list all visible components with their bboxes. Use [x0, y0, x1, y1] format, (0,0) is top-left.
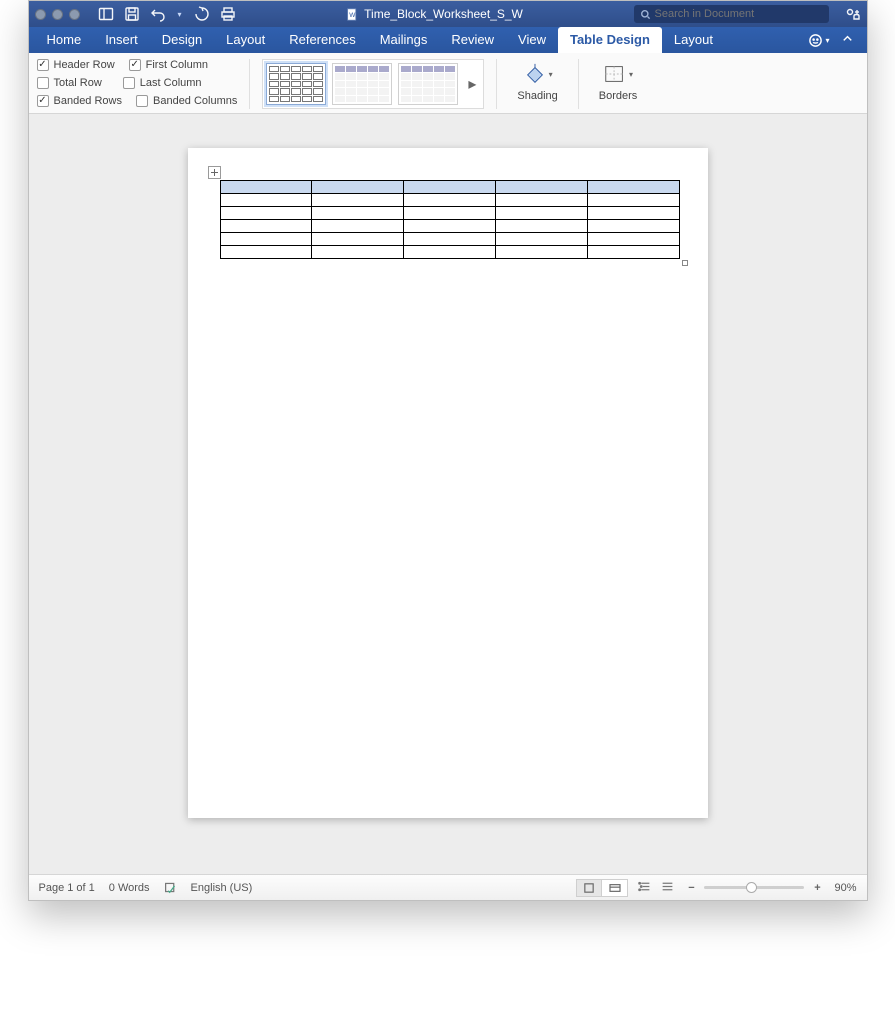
tab-mailings[interactable]: Mailings: [368, 27, 440, 53]
close-window-button[interactable]: [35, 9, 46, 20]
minimize-window-button[interactable]: [52, 9, 63, 20]
table-resize-handle-icon[interactable]: [682, 260, 688, 266]
title-bar: ▾ W Time_Block_Worksheet_S_W: [29, 1, 867, 27]
save-icon[interactable]: [124, 6, 140, 22]
table-move-handle-icon[interactable]: [208, 166, 221, 179]
search-box[interactable]: [634, 5, 829, 23]
window-controls: [35, 9, 80, 20]
search-icon: [640, 9, 651, 20]
tab-home[interactable]: Home: [35, 27, 94, 53]
print-icon[interactable]: [220, 6, 236, 22]
status-words[interactable]: 0 Words: [109, 882, 150, 894]
shading-button[interactable]: ▾ Shading: [509, 59, 565, 109]
table-row[interactable]: [220, 220, 679, 233]
document-table[interactable]: [220, 180, 680, 259]
label-total-row: Total Row: [54, 77, 102, 89]
ribbon-tabs: Home Insert Design Layout References Mai…: [29, 27, 867, 53]
checkbox-banded-columns[interactable]: Banded Columns: [136, 95, 237, 107]
tab-table-design[interactable]: Table Design: [558, 27, 662, 53]
tab-insert[interactable]: Insert: [93, 27, 150, 53]
table-row[interactable]: [220, 233, 679, 246]
status-bar: Page 1 of 1 0 Words English (US) − + 90%: [29, 874, 867, 900]
shading-icon: ▾: [523, 61, 553, 87]
borders-button[interactable]: ▾ Borders: [591, 59, 646, 109]
ribbon-panel: Header Row First Column Total Row Last C…: [29, 53, 867, 114]
table-row[interactable]: [220, 246, 679, 259]
shading-label: Shading: [517, 90, 557, 102]
checkbox-header-row[interactable]: Header Row: [37, 59, 115, 71]
page[interactable]: [188, 148, 708, 818]
table-style-options: Header Row First Column Total Row Last C…: [37, 59, 238, 109]
document-area[interactable]: [29, 114, 867, 874]
tab-review[interactable]: Review: [439, 27, 506, 53]
table-row[interactable]: [220, 207, 679, 220]
label-banded-rows: Banded Rows: [54, 95, 123, 107]
zoom-slider[interactable]: [704, 886, 804, 889]
maximize-window-button[interactable]: [69, 9, 80, 20]
checkbox-last-column[interactable]: Last Column: [123, 77, 202, 89]
table-styles-gallery: ▸: [262, 59, 484, 109]
label-header-row: Header Row: [54, 59, 115, 71]
table-styles-more-icon[interactable]: ▸: [464, 74, 480, 94]
redo-icon[interactable]: [194, 6, 210, 22]
borders-icon: ▾: [603, 61, 633, 87]
status-page[interactable]: Page 1 of 1: [39, 882, 95, 894]
table-row[interactable]: [220, 194, 679, 207]
label-banded-columns: Banded Columns: [153, 95, 237, 107]
tab-view[interactable]: View: [506, 27, 558, 53]
label-first-column: First Column: [146, 59, 208, 71]
view-draft-icon[interactable]: [661, 880, 674, 896]
view-outline-icon[interactable]: [638, 880, 651, 896]
tab-table-layout[interactable]: Layout: [662, 27, 725, 53]
status-language[interactable]: English (US): [191, 882, 253, 894]
table-style-2[interactable]: [332, 63, 392, 105]
document-title-text: Time_Block_Worksheet_S_W: [364, 7, 523, 21]
zoom-slider-thumb[interactable]: [746, 882, 757, 893]
quick-access-toolbar: ▾: [98, 6, 236, 22]
status-spellcheck-icon[interactable]: [164, 881, 177, 894]
undo-icon[interactable]: [150, 6, 166, 22]
tab-design[interactable]: Design: [150, 27, 214, 53]
tab-layout[interactable]: Layout: [214, 27, 277, 53]
search-input[interactable]: [655, 8, 823, 20]
svg-text:W: W: [349, 11, 356, 18]
word-doc-icon: W: [346, 8, 359, 21]
feedback-icon[interactable]: ▾: [808, 33, 829, 48]
view-mode-buttons: [576, 879, 628, 897]
collapse-ribbon-icon[interactable]: [840, 31, 855, 49]
zoom-out-button[interactable]: −: [684, 882, 698, 894]
panel-icon[interactable]: [98, 6, 114, 22]
zoom-in-button[interactable]: +: [810, 882, 824, 894]
zoom-control: − +: [684, 882, 824, 894]
document-title: W Time_Block_Worksheet_S_W: [346, 7, 523, 21]
checkbox-total-row[interactable]: Total Row: [37, 77, 102, 89]
table-style-1[interactable]: [266, 63, 326, 105]
app-window: ▾ W Time_Block_Worksheet_S_W Home Insert…: [28, 0, 868, 901]
view-web-layout-icon[interactable]: [602, 879, 628, 897]
borders-label: Borders: [599, 90, 638, 102]
checkbox-first-column[interactable]: First Column: [129, 59, 208, 71]
view-print-layout-icon[interactable]: [576, 879, 602, 897]
undo-dropdown-icon[interactable]: ▾: [176, 6, 184, 22]
table-style-3[interactable]: [398, 63, 458, 105]
checkbox-banded-rows[interactable]: Banded Rows: [37, 95, 123, 107]
zoom-level[interactable]: 90%: [834, 882, 856, 894]
label-last-column: Last Column: [140, 77, 202, 89]
table-row[interactable]: [220, 181, 679, 194]
tab-references[interactable]: References: [277, 27, 367, 53]
share-icon[interactable]: [845, 6, 861, 22]
